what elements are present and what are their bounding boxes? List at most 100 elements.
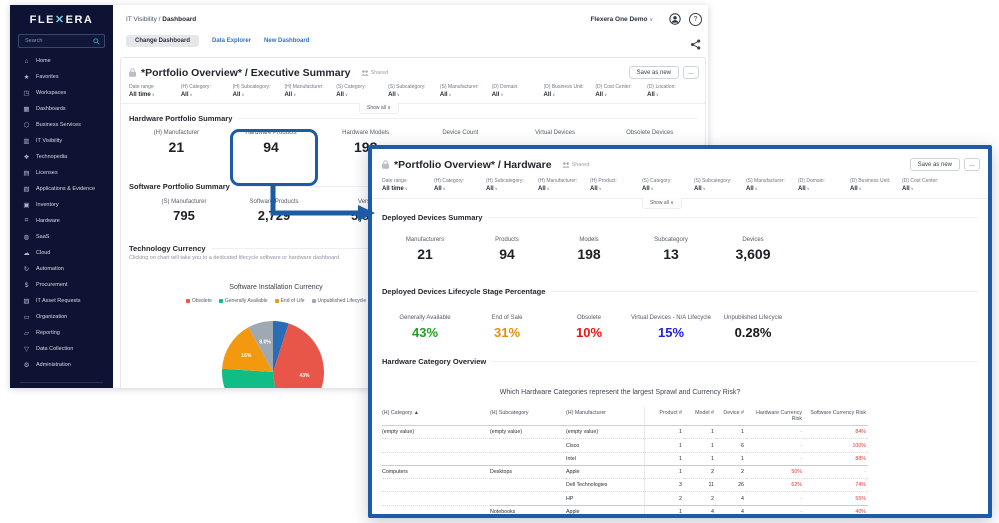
- exec-filter-3[interactable]: (H) Manufacturer:All ∨: [284, 84, 336, 98]
- panel-title-row: *Portfolio Overview* / Executive Summary…: [129, 64, 699, 81]
- more-options-button[interactable]: …: [964, 158, 980, 171]
- kpi-label: Device Count: [413, 130, 508, 136]
- exec-filter-9[interactable]: (D) Cost Center:All ∨: [595, 84, 647, 98]
- sidebar-item-hardware[interactable]: ⌗Hardware: [10, 213, 113, 229]
- legend-item-2[interactable]: End of Life: [275, 298, 305, 304]
- sidebar-item-inventory[interactable]: ▣Inventory: [10, 197, 113, 213]
- exec-filter-1[interactable]: (H) Category:All ∨: [181, 84, 233, 98]
- home-icon: ⌂: [22, 58, 31, 65]
- save-as-new-button[interactable]: Save as new: [910, 158, 960, 171]
- more-options-button[interactable]: …: [683, 66, 699, 79]
- exec-filter-4[interactable]: (S) Category:All ∨: [336, 84, 388, 98]
- table-header-5[interactable]: Device #: [716, 407, 746, 426]
- hw-filter-5[interactable]: (S) Category:All ∨: [642, 178, 694, 192]
- exec-filter-2[interactable]: (H) Subcategory:All ∨: [233, 84, 285, 98]
- breadcrumb-current: Dashboard: [162, 16, 196, 23]
- sidebar-item-licenses[interactable]: ▤Licenses: [10, 165, 113, 181]
- sidebar-item-cloud[interactable]: ☁Cloud: [10, 245, 113, 261]
- sidebar-divider: [20, 382, 103, 383]
- sidebar-item-it-asset-requests[interactable]: ▨IT Asset Requests: [10, 293, 113, 309]
- sidebar-item-reporting[interactable]: ▱Reporting: [10, 325, 113, 341]
- table-header-0[interactable]: (H) Category ▲: [382, 407, 490, 426]
- sidebar-item-dashboards[interactable]: ▦Dashboards: [10, 101, 113, 117]
- hw-filter-6[interactable]: (S) Subcategory:All ∨: [694, 178, 746, 192]
- filter-label: Date range: [129, 84, 181, 90]
- table-cell: 1: [716, 426, 746, 438]
- breadcrumb: IT Visibility / Dashboard: [126, 16, 196, 23]
- sidebar-item-saas[interactable]: ◍SaaS: [10, 229, 113, 245]
- filter-value: All ∨: [486, 186, 538, 192]
- filter-value: All ∨: [492, 92, 544, 98]
- chevron-down-icon: ∨: [655, 92, 659, 97]
- dashboard-title: *Portfolio Overview* / Executive Summary: [141, 67, 351, 79]
- avatar-icon[interactable]: [669, 13, 681, 25]
- table-cell: Computers: [382, 465, 490, 478]
- exec-filter-5[interactable]: (S) Subcategory:All ∨: [388, 84, 440, 98]
- exec-filter-8[interactable]: (D) Business Unit:All ∨: [544, 84, 596, 98]
- filter-label: (H) Category:: [181, 84, 233, 90]
- sidebar-item-technopedia[interactable]: ❖Technopedia: [10, 149, 113, 165]
- table-cell: 100%: [804, 438, 868, 451]
- sidebar-item-favorites[interactable]: ★Favorites: [10, 69, 113, 85]
- hw-filter-9[interactable]: (D) Business Unit:All ∨: [850, 178, 902, 192]
- new-dashboard-link[interactable]: New Dashboard: [264, 38, 309, 44]
- account-menu[interactable]: Flexera One Demo ∨: [590, 16, 653, 23]
- deployed-devices-section: Deployed Devices Summary: [382, 213, 978, 222]
- show-all-toggle[interactable]: Show all ∨: [642, 198, 682, 209]
- sidebar-item-label: Applications & Evidence: [36, 186, 95, 192]
- sidebar-item-workspaces[interactable]: ◳Workspaces: [10, 85, 113, 101]
- help-icon[interactable]: ?: [689, 13, 702, 26]
- hw-filter-0[interactable]: Date rangeAll time ∨: [382, 178, 434, 192]
- filter-value: All ∨: [388, 92, 440, 98]
- hw-filter-4[interactable]: (H) Product:All ∨: [590, 178, 642, 192]
- table-cell: [382, 438, 490, 451]
- sidebar-item-home[interactable]: ⌂ Home: [10, 53, 113, 69]
- table-header-4[interactable]: Model #: [684, 407, 716, 426]
- hw-filter-3[interactable]: (H) Manufacturer:All ∨: [538, 178, 590, 192]
- show-all-toggle[interactable]: Show all ∨: [359, 103, 399, 114]
- hw-filter-10[interactable]: (D) Cost Center:All ∨: [902, 178, 954, 192]
- sidebar-item-applications-evidence[interactable]: ▧Applications & Evidence: [10, 181, 113, 197]
- save-as-new-button[interactable]: Save as new: [629, 66, 679, 79]
- data-explorer-link[interactable]: Data Explorer: [212, 38, 251, 44]
- sidebar-item-it-visibility[interactable]: ▥IT Visibility: [10, 133, 113, 149]
- sidebar-item-business-services[interactable]: ⬡Business Services: [10, 117, 113, 133]
- hw-filter-8[interactable]: (D) Domain:All ∨: [798, 178, 850, 192]
- table-header-7[interactable]: Software Currency Risk: [804, 407, 868, 426]
- filter-label: (H) Category:: [434, 178, 486, 184]
- exec-filter-0[interactable]: Date rangeAll time ∨: [129, 84, 181, 98]
- change-dashboard-button[interactable]: Change Dashboard: [126, 35, 199, 47]
- filter-label: (S) Category:: [336, 84, 388, 90]
- share-icon[interactable]: [690, 39, 701, 50]
- search-input[interactable]: [23, 37, 93, 45]
- table-header-1[interactable]: (H) Subcategory: [490, 407, 566, 426]
- sidebar-item-procurement[interactable]: $Procurement: [10, 277, 113, 293]
- exec-filter-10[interactable]: (D) Location:All ∨: [647, 84, 699, 98]
- table-cell: 1: [644, 452, 684, 465]
- sidebar-item-administration[interactable]: ⚙Administration: [10, 357, 113, 373]
- shared-label: Shared: [572, 162, 590, 168]
- search-icon[interactable]: [93, 38, 100, 45]
- table-cell: 1: [716, 452, 746, 465]
- hw-filter-2[interactable]: (H) Subcategory:All ∨: [486, 178, 538, 192]
- exec-filter-6[interactable]: (S) Manufacturer:All ∨: [440, 84, 492, 98]
- filter-value: All ∨: [902, 186, 954, 192]
- sidebar-item-automation[interactable]: ↻Automation: [10, 261, 113, 277]
- table-cell: [382, 478, 490, 491]
- legend-item-1[interactable]: Generally Available: [219, 298, 268, 304]
- section-heading: Deployed Devices Lifecycle Stage Percent…: [382, 287, 545, 296]
- sidebar-item-data-collection[interactable]: ▽Data Collection: [10, 341, 113, 357]
- legend-item-0[interactable]: Obsolete: [186, 298, 212, 304]
- legend-item-3[interactable]: Unpublished Lifecycle: [312, 298, 367, 304]
- chevron-down-icon: ∨: [240, 92, 244, 97]
- hw-filter-7[interactable]: (S) Manufacturer:All ∨: [746, 178, 798, 192]
- table-header-2[interactable]: (H) Manufacturer: [566, 407, 644, 426]
- shared-label: Shared: [371, 70, 389, 76]
- hw-filter-1[interactable]: (H) Category:All ∨: [434, 178, 486, 192]
- table-header-6[interactable]: Hardware Currency Risk: [746, 407, 804, 426]
- table-cell: 4: [716, 491, 746, 504]
- sidebar-item-label: Home: [36, 58, 51, 64]
- table-header-3[interactable]: Product #: [644, 407, 684, 426]
- exec-filter-7[interactable]: (D) Domain:All ∨: [492, 84, 544, 98]
- sidebar-item-organization[interactable]: ▭Organization: [10, 309, 113, 325]
